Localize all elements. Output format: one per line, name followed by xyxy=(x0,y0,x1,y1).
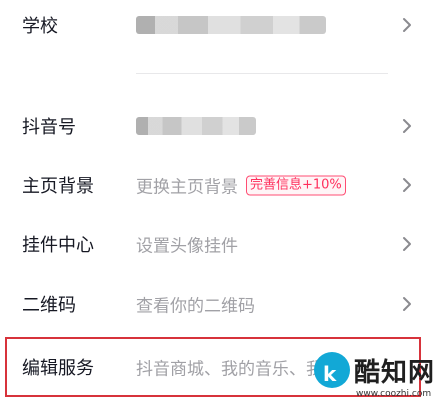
row-pendant-center-value: 设置头像挂件 xyxy=(136,236,238,257)
redacted-douyin-id xyxy=(136,117,256,135)
chevron-right-icon xyxy=(400,176,414,194)
redacted-school-value xyxy=(136,16,326,34)
row-school[interactable]: 学校 xyxy=(0,0,436,55)
complete-info-badge: 完善信息+10% xyxy=(246,175,346,195)
row-edit-services-label: 编辑服务 xyxy=(22,358,94,379)
row-douyin-id-value xyxy=(136,117,256,135)
row-edit-services[interactable]: 编辑服务 抖音商城、我的音乐、我的 xyxy=(0,337,436,397)
row-pendant-center[interactable]: 挂件中心 设置头像挂件 xyxy=(0,214,436,274)
chevron-right-icon xyxy=(400,117,414,135)
row-qr-code-value: 查看你的二维码 xyxy=(136,296,255,317)
chevron-right-icon xyxy=(400,16,414,34)
row-profile-background[interactable]: 主页背景 更换主页背景 完善信息+10% xyxy=(0,155,436,215)
row-pendant-center-label: 挂件中心 xyxy=(22,235,94,256)
profile-background-hint: 更换主页背景 xyxy=(136,177,238,198)
row-school-label: 学校 xyxy=(22,16,58,37)
row-profile-background-value: 更换主页背景 完善信息+10% xyxy=(136,173,346,198)
row-profile-background-label: 主页背景 xyxy=(22,176,94,197)
chevron-right-icon xyxy=(400,235,414,253)
row-douyin-id-label: 抖音号 xyxy=(22,117,76,138)
chevron-right-icon xyxy=(400,295,414,313)
divider xyxy=(136,73,388,74)
profile-edit-screen: 学校 抖音号 主页背景 更换主页背景 完善信息+10% 挂件中心 设置头像挂件 xyxy=(0,0,436,411)
row-edit-services-value: 抖音商城、我的音乐、我的 xyxy=(136,359,340,380)
row-qr-code[interactable]: 二维码 查看你的二维码 xyxy=(0,274,436,334)
row-school-value xyxy=(136,16,326,34)
row-douyin-id[interactable]: 抖音号 xyxy=(0,96,436,156)
row-qr-code-label: 二维码 xyxy=(22,295,76,316)
